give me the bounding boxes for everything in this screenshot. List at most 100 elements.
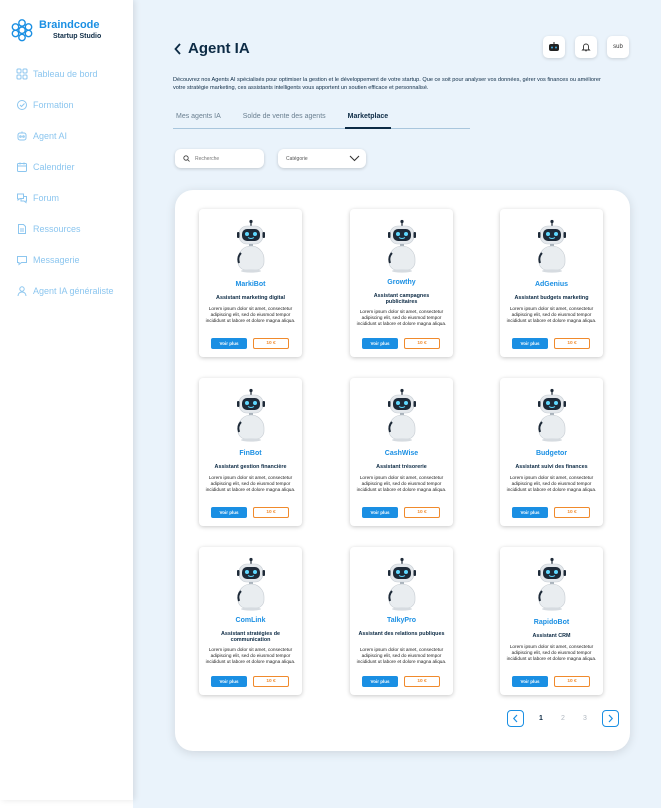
agent-description: Lorem ipsum dolor sit amet, consectetur … xyxy=(356,309,447,326)
view-more-button[interactable]: Voir plus xyxy=(512,338,548,349)
pagination: 1 2 3 xyxy=(507,710,619,727)
page-2[interactable]: 2 xyxy=(552,715,574,722)
robot-avatar-icon xyxy=(534,388,570,442)
view-more-button[interactable]: Voir plus xyxy=(362,338,398,349)
sidebar-item-forum[interactable]: Forum xyxy=(0,182,133,213)
sidebar-item-label: Agent AI xyxy=(33,130,68,141)
search-input[interactable] xyxy=(195,155,260,162)
view-more-button[interactable]: Voir plus xyxy=(211,676,247,687)
back-title: Agent IA xyxy=(173,40,250,57)
agent-role: Assistant CRM xyxy=(532,633,571,639)
agent-description: Lorem ipsum dolor sit amet, consectetur … xyxy=(205,647,296,664)
agent-description: Lorem ipsum dolor sit amet, consectetur … xyxy=(205,475,296,492)
agent-card: MarkiBot Assistant marketing digital Lorem… xyxy=(199,209,302,357)
agent-card: TalkyPro Assistant des relations publique… xyxy=(350,547,453,695)
sidebar-item-label: Forum xyxy=(33,192,60,203)
view-more-button[interactable]: Voir plus xyxy=(512,507,548,518)
search-icon xyxy=(183,155,190,162)
category-label: Catégorie xyxy=(286,155,308,162)
messaging-icon xyxy=(17,255,27,266)
page-description: Découvrez nos Agents AI spécialisés pour… xyxy=(173,77,601,91)
chevron-down-icon xyxy=(349,155,360,162)
sidebar-item-label: Messagerie xyxy=(33,254,80,265)
robot-avatar-icon xyxy=(384,219,420,273)
sidebar-item-tableau-de-bord[interactable]: Tableau de bord xyxy=(0,58,133,89)
sidebar-item-ressources[interactable]: Ressources xyxy=(0,213,133,244)
sidebar-item-formation[interactable]: Formation xyxy=(0,89,133,120)
calendar-icon xyxy=(17,162,27,172)
view-more-button[interactable]: Voir plus xyxy=(362,507,398,518)
agent-description: Lorem ipsum dolor sit amet, consectetur … xyxy=(356,475,447,492)
price-badge: 10 € xyxy=(253,507,289,518)
agent-name: RapidoBot xyxy=(533,619,570,626)
search-box[interactable] xyxy=(175,149,264,168)
view-more-button[interactable]: Voir plus xyxy=(211,338,247,349)
agent-name: FinBot xyxy=(239,450,262,457)
robot-avatar-icon xyxy=(534,219,570,273)
agent-role: Assistant gestion financière xyxy=(214,464,287,470)
price-badge: 10 € xyxy=(554,507,590,518)
top-actions: sub xyxy=(543,36,629,58)
notification-button[interactable] xyxy=(575,36,597,58)
brand[interactable]: Braindcode Startup Studio xyxy=(10,18,101,42)
robot-avatar-icon xyxy=(534,557,570,611)
sidebar-item-label: Tableau de bord xyxy=(33,68,98,79)
chevron-right-icon xyxy=(608,714,614,723)
sidebar-item-agent-ai[interactable]: Agent AI xyxy=(0,120,133,151)
chevron-left-icon[interactable] xyxy=(173,42,183,56)
tab-mes-agents-ia[interactable]: Mes agents IA xyxy=(173,113,224,128)
agent-card: FinBot Assistant gestion financière Lorem … xyxy=(199,378,302,526)
sidebar-item-messagerie[interactable]: Messagerie xyxy=(0,244,133,275)
sidebar-item-calendrier[interactable]: Calendrier xyxy=(0,151,133,182)
agent-role: Assistant des relations publiques xyxy=(358,631,445,637)
prev-page-button[interactable] xyxy=(507,710,524,727)
agent-card: RapidoBot Assistant CRM Lorem ipsum dolor … xyxy=(500,547,603,695)
robot-avatar-icon xyxy=(233,219,269,273)
dashboard-icon xyxy=(16,68,28,79)
price-badge: 10 € xyxy=(554,676,590,687)
view-more-button[interactable]: Voir plus xyxy=(211,507,247,518)
page-1[interactable]: 1 xyxy=(530,715,552,722)
next-page-button[interactable] xyxy=(602,710,619,727)
brand-name: Braindcode xyxy=(39,19,100,31)
price-badge: 10 € xyxy=(404,676,440,687)
agent-role: Assistant trésorerie xyxy=(376,464,427,470)
agent-name: TalkyPro xyxy=(386,617,417,624)
general-agent-icon xyxy=(17,285,27,296)
tab-marketplace[interactable]: Marketplace xyxy=(344,113,392,129)
view-more-button[interactable]: Voir plus xyxy=(512,676,548,687)
sidebar-item-label: Formation xyxy=(33,99,74,110)
agent-card: CashWise Assistant trésorerie Lorem ipsum … xyxy=(350,378,453,526)
agent-name: MarkiBot xyxy=(235,281,266,288)
agent-name: ComLink xyxy=(235,617,266,624)
formation-icon xyxy=(17,99,27,110)
agent-description: Lorem ipsum dolor sit amet, consectetur … xyxy=(205,306,296,323)
brand-subtitle: Startup Studio xyxy=(53,33,102,40)
agent-description: Lorem ipsum dolor sit amet, consectetur … xyxy=(506,475,597,492)
sidebar-item-label: Calendrier xyxy=(33,161,75,172)
language-button[interactable]: sub xyxy=(607,36,629,58)
robot-avatar-icon xyxy=(384,557,420,611)
sidebar: Braindcode Startup Studio Tableau de bor… xyxy=(0,0,133,800)
price-badge: 10 € xyxy=(404,338,440,349)
forum-icon xyxy=(17,193,27,203)
price-badge: 10 € xyxy=(554,338,590,349)
page-3[interactable]: 3 xyxy=(574,715,596,722)
price-badge: 10 € xyxy=(253,338,289,349)
agent-description: Lorem ipsum dolor sit amet, consectetur … xyxy=(506,306,597,323)
agent-role: Assistant budgets marketing xyxy=(514,295,589,301)
agent-name: Budgetor xyxy=(535,450,568,457)
agent-name: AdGenius xyxy=(534,281,569,288)
price-badge: 10 € xyxy=(404,507,440,518)
tab-solde-de-vente[interactable]: Solde de vente des agents xyxy=(240,113,329,128)
robot-avatar-button[interactable] xyxy=(543,36,565,58)
agent-card: Budgetor Assistant suivi des finances Lore… xyxy=(500,378,603,526)
view-more-button[interactable]: Voir plus xyxy=(362,676,398,687)
resources-icon xyxy=(18,223,26,234)
sidebar-nav: Tableau de bord Formation Agent AI Calen… xyxy=(0,58,133,306)
agent-role: Assistant suivi des finances xyxy=(515,464,588,470)
sidebar-item-agent-ia-generaliste[interactable]: Agent IA généraliste xyxy=(0,275,133,306)
agent-icon xyxy=(17,131,27,140)
category-select[interactable]: Catégorie xyxy=(278,149,366,168)
sidebar-item-label: Agent IA généraliste xyxy=(33,285,114,296)
